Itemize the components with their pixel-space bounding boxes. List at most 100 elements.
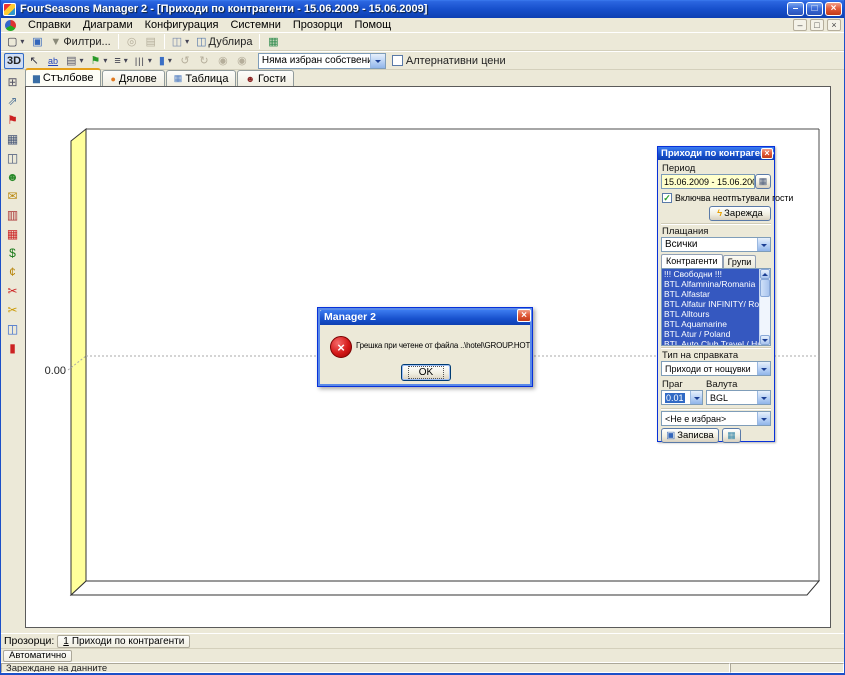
horizontal-grid-icon: ≡ xyxy=(114,55,120,67)
include-guests-checkbox[interactable]: ✓ xyxy=(662,193,672,203)
mdi-restore-button[interactable]: □ xyxy=(810,19,824,31)
window-tab-button[interactable]: 1 Приходи по контрагенти xyxy=(57,635,190,648)
chart-settings-button[interactable]: ▦ xyxy=(264,34,282,50)
divider xyxy=(661,408,771,410)
chevron-down-icon[interactable] xyxy=(757,238,770,251)
legend-button[interactable]: ▤ ▾ xyxy=(63,53,86,69)
scroll-thumb[interactable] xyxy=(760,279,770,297)
view-tab[interactable]: ▦ Таблица xyxy=(166,70,237,86)
currency-icon[interactable]: $ xyxy=(3,243,23,262)
statistics-icon[interactable]: ▮ xyxy=(3,338,23,357)
pointer-button[interactable]: ↖ xyxy=(25,53,43,69)
save-button[interactable]: ▣ xyxy=(28,34,46,50)
horizontal-grid-button[interactable]: ≡ ▾ xyxy=(111,53,130,69)
panel-close-button[interactable]: × xyxy=(761,148,773,159)
dialog-title: Manager 2 xyxy=(320,310,530,325)
guests-icon[interactable]: ☻ xyxy=(3,167,23,186)
zoom-in-icon: ◉ xyxy=(237,54,247,67)
divider xyxy=(661,223,771,225)
contractor-item[interactable]: !!! Свободни !!! xyxy=(662,269,759,279)
ok-button[interactable]: OK xyxy=(401,364,451,381)
menu-item[interactable]: Справки xyxy=(22,18,77,32)
marks-button[interactable]: ⚑ ▾ xyxy=(87,53,110,69)
view-tab[interactable]: ☻ Гости xyxy=(237,70,294,86)
zoom-in-button[interactable]: ◉ xyxy=(233,53,251,69)
chevron-down-icon[interactable] xyxy=(757,391,770,404)
alt-prices-checkbox[interactable] xyxy=(392,55,403,66)
menu-item[interactable]: Диаграми xyxy=(77,18,139,32)
chevron-down-icon[interactable] xyxy=(370,54,385,68)
panel-tab[interactable]: Групи xyxy=(723,255,757,268)
automatic-button[interactable]: Автоматично xyxy=(3,650,72,662)
windows-icon[interactable]: ⊞ xyxy=(3,72,23,91)
print-button[interactable]: ▤ xyxy=(142,34,160,50)
menu-item[interactable]: Системни xyxy=(224,18,286,32)
mode-3d-button[interactable]: 3D xyxy=(4,53,24,69)
occupancy-grid-icon[interactable]: ▦ xyxy=(3,224,23,243)
zoom-out-icon: ◉ xyxy=(218,54,228,67)
load-button[interactable]: ϟ Зарежда xyxy=(709,206,771,221)
export-report-icon[interactable]: ⇗ xyxy=(3,91,23,110)
contractor-item[interactable]: BTL Auto Club Travel / Hunga xyxy=(662,339,759,346)
contractor-item[interactable]: BTL Atur / Poland xyxy=(662,329,759,339)
report-flags-icon[interactable]: ⚑ xyxy=(3,110,23,129)
prices-cut-icon[interactable]: ✂ xyxy=(3,300,23,319)
close-button[interactable]: × xyxy=(825,2,842,16)
save-template-button[interactable]: ▣ Записва xyxy=(661,428,719,443)
cylinder-icon: ▮ xyxy=(159,54,165,67)
menu-item[interactable]: Конфигурация xyxy=(139,18,225,32)
restrictions-icon[interactable]: ✂ xyxy=(3,281,23,300)
contractor-item[interactable]: BTL Alfastar xyxy=(662,289,759,299)
duplicate-button[interactable]: ◫ Дублира xyxy=(193,34,255,50)
period-input[interactable]: 15.06.2009 - 15.06.2009 xyxy=(661,174,755,189)
new-report-button[interactable]: ▢ ▾ xyxy=(4,34,27,50)
contractor-item[interactable]: BTL Aquamarine xyxy=(662,319,759,329)
chevron-down-icon[interactable] xyxy=(757,412,770,425)
restore-button[interactable]: □ xyxy=(806,2,823,16)
payments-select[interactable]: Всички xyxy=(661,237,771,252)
vertical-grid-button[interactable]: ||| ▾ xyxy=(132,53,155,69)
grid-view-button[interactable]: ▦ xyxy=(722,428,741,443)
bar-style-button[interactable]: ▮ ▾ xyxy=(156,53,175,69)
rotate-cw-button[interactable]: ↻ xyxy=(195,53,213,69)
tab-label: Гости xyxy=(258,73,286,85)
contractor-item[interactable]: BTL Alltours xyxy=(662,309,759,319)
view-tab[interactable]: ● Дялове xyxy=(102,70,164,86)
zoom-out-button[interactable]: ◉ xyxy=(214,53,232,69)
point-labels-button[interactable]: ab xyxy=(44,53,62,69)
menu-item[interactable]: Помощ xyxy=(348,18,397,32)
scroll-down-button[interactable] xyxy=(760,335,770,345)
application-window: FourSeasons Manager 2 - [Приходи по конт… xyxy=(0,0,845,675)
currency-combo[interactable]: BGL xyxy=(706,390,771,405)
view-tab[interactable]: ▆ Стълбове xyxy=(25,68,101,86)
archive-icon[interactable]: ▥ xyxy=(3,205,23,224)
dialog-close-button[interactable]: × xyxy=(517,309,531,322)
copy-button[interactable]: ◫ ▾ xyxy=(169,34,192,50)
minimize-button[interactable]: – xyxy=(787,2,804,16)
contractor-item[interactable]: BTL Alfamnina/Romania xyxy=(662,279,759,289)
threshold-combo[interactable]: 0.01 xyxy=(661,390,703,405)
owner-select[interactable]: Няма избран собственици xyxy=(258,53,386,69)
documents-icon[interactable]: ◫ xyxy=(3,319,23,338)
rotate-ccw-button[interactable]: ↺ xyxy=(176,53,194,69)
report-type-select[interactable]: Приходи от нощувки xyxy=(661,361,771,376)
report-window-icon[interactable] xyxy=(5,20,16,31)
mail-folder-icon[interactable]: ✉ xyxy=(3,186,23,205)
mdi-minimize-button[interactable]: – xyxy=(793,19,807,31)
print-preview-button[interactable]: ◎ xyxy=(123,34,141,50)
calendar-report-icon[interactable]: ◫ xyxy=(3,148,23,167)
scroll-up-button[interactable] xyxy=(760,269,770,279)
contractor-item[interactable]: BTL Alfatur INFINITY/ Romani xyxy=(662,299,759,309)
panel-tab[interactable]: Контрагенти xyxy=(661,254,723,268)
chevron-down-icon[interactable] xyxy=(757,362,770,375)
template-select[interactable]: <Не е избран> xyxy=(661,411,771,426)
payments-icon[interactable]: ¢ xyxy=(3,262,23,281)
calendar-button[interactable]: ▦ xyxy=(755,174,771,189)
filters-button[interactable]: ▼ Филтри... xyxy=(47,34,113,50)
mdi-close-button[interactable]: × xyxy=(827,19,841,31)
threshold-label: Праг xyxy=(662,379,683,390)
list-scrollbar[interactable] xyxy=(759,269,770,345)
chevron-down-icon[interactable] xyxy=(690,391,702,404)
calendar-icon[interactable]: ▦ xyxy=(3,129,23,148)
menu-item[interactable]: Прозорци xyxy=(287,18,349,32)
